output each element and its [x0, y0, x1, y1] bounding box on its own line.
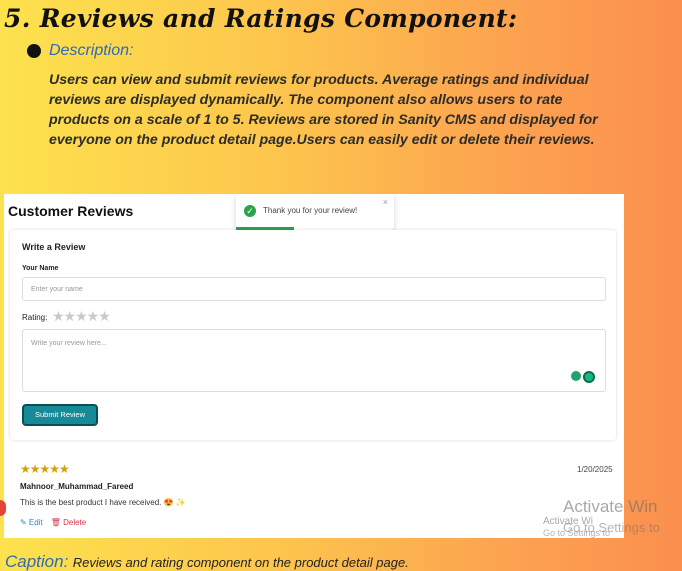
description-label: Description:	[49, 42, 134, 59]
toast-message: Thank you for your review!	[263, 206, 358, 215]
name-input[interactable]: Enter your name	[22, 277, 606, 301]
review-text-row: This is the best product I have received…	[20, 498, 186, 507]
review-text: This is the best product I have received…	[20, 498, 162, 507]
customer-reviews-title: Customer Reviews	[8, 203, 134, 219]
go-to-settings-watermark-small: Go to Settings to	[543, 528, 611, 538]
grammarly-icon[interactable]	[583, 371, 595, 383]
bullet-icon	[27, 44, 41, 58]
review-author: Mahnoor_Muhammad_Fareed	[20, 482, 134, 491]
location-pin-icon[interactable]	[571, 371, 581, 381]
review-actions: ✎ Edit 🗑 Delete	[20, 518, 86, 527]
description-row: Description:	[27, 42, 133, 60]
review-form: Write a Review Your Name Enter your name…	[10, 230, 616, 440]
edit-button[interactable]: ✎ Edit	[20, 518, 43, 527]
review-date: 1/20/2025	[577, 465, 613, 474]
activate-windows-watermark: Activate Win	[563, 497, 658, 516]
sparkle-emoji: ✨	[175, 498, 186, 507]
caption-label: Caption:	[5, 552, 69, 571]
caption-text: Reviews and rating component on the prod…	[72, 555, 409, 570]
review-textarea[interactable]: Write your review here...	[22, 329, 606, 392]
heart-eyes-emoji: 😍	[163, 498, 174, 507]
review-stars: ★★★★★	[20, 462, 70, 476]
grammarly-icons	[571, 371, 595, 383]
section-heading: 5. Reviews and Ratings Component:	[4, 4, 518, 33]
write-review-title: Write a Review	[22, 242, 86, 252]
description-text: Users can view and submit reviews for pr…	[49, 72, 598, 148]
rating-star-selector[interactable]: ★★★★★	[52, 308, 111, 325]
review-placeholder: Write your review here...	[31, 340, 107, 347]
reviews-screenshot: Customer Reviews ✓ Thank you for your re…	[4, 194, 624, 538]
caption: Caption: Reviews and rating component on…	[5, 552, 409, 571]
success-toast: ✓ Thank you for your review! ×	[236, 194, 394, 230]
submit-review-button[interactable]: Submit Review	[22, 404, 98, 426]
close-icon[interactable]: ×	[383, 197, 388, 207]
rating-label: Rating:	[22, 313, 48, 322]
review-item: ★★★★★ 1/20/2025 Mahnoor_Muhammad_Fareed …	[4, 452, 624, 538]
check-circle-icon: ✓	[244, 205, 256, 217]
delete-button[interactable]: 🗑 Delete	[51, 518, 87, 527]
name-label: Your Name	[22, 265, 59, 272]
